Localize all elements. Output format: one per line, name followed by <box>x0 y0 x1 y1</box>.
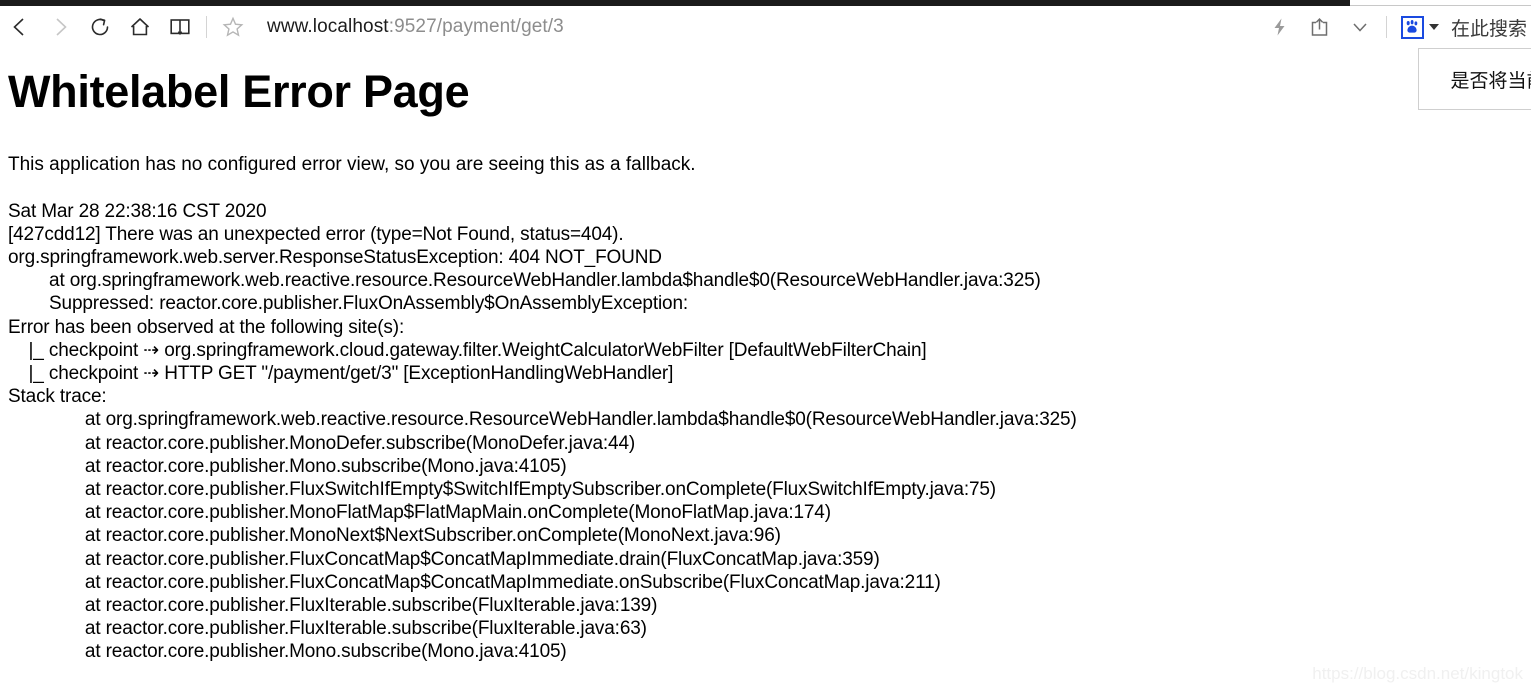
search-here-label[interactable]: 在此搜索 <box>1451 14 1527 41</box>
home-icon[interactable] <box>120 10 160 44</box>
forward-arrow-icon <box>40 10 80 44</box>
address-bar-host: www.localhost <box>267 16 389 37</box>
back-arrow-icon[interactable] <box>0 10 40 44</box>
page-content: Whitelabel Error Page This application h… <box>0 48 1531 700</box>
error-stack-trace: Sat Mar 28 22:38:16 CST 2020 [427cdd12] … <box>8 200 1077 663</box>
address-bar-path: :9527/payment/get/3 <box>388 16 564 37</box>
toolbar-divider-right <box>1385 16 1387 38</box>
toolbar-right-group: 在此搜索 <box>1260 10 1531 44</box>
chevron-down-icon[interactable] <box>1340 10 1380 44</box>
watermark: https://blog.csdn.net/kingtok <box>1312 664 1523 683</box>
baidu-paw-icon[interactable] <box>1400 15 1424 39</box>
book-icon[interactable] <box>160 10 200 44</box>
share-icon[interactable] <box>1300 10 1340 44</box>
address-bar[interactable]: www.localhost:9527/payment/get/3 <box>253 10 1260 44</box>
baidu-dropdown-caret-icon[interactable] <box>1428 24 1439 30</box>
fallback-note: This application has no configured error… <box>8 153 696 175</box>
page-title: Whitelabel Error Page <box>8 66 470 117</box>
lightning-bolt-icon[interactable] <box>1260 10 1300 44</box>
star-icon[interactable] <box>213 10 253 44</box>
refresh-icon[interactable] <box>80 10 120 44</box>
browser-toolbar: www.localhost:9527/payment/get/3 在此搜索 <box>0 6 1531 48</box>
toolbar-divider <box>206 16 207 38</box>
